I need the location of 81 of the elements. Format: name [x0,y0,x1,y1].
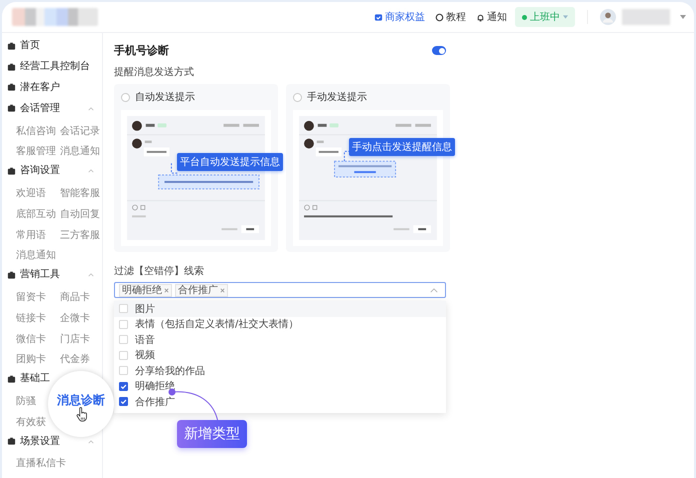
sidebar-subitem[interactable]: 常用语 [16,228,46,240]
chevron-icon[interactable] [88,273,94,278]
option-label[interactable]: 图片 [135,302,155,316]
chevron-icon[interactable] [88,106,94,111]
menu-item-zoomed[interactable]: 消息诊断 [57,392,105,408]
checkbox[interactable] [119,382,128,391]
sidebar-subitem[interactable]: 欢迎语 [16,186,46,198]
section-title: 手机号诊断 [114,43,169,58]
sidebar-subitem[interactable]: 团购卡 [16,352,46,364]
radio-button[interactable] [293,92,302,102]
sidebar-subitem[interactable]: 企微卡 [60,310,90,323]
radio-label[interactable]: 手动发送提示 [307,90,367,104]
caret-icon [563,15,568,19]
bell-icon [476,12,485,22]
sidebar-subitem[interactable]: 直播私信卡 [16,456,66,468]
radio-button[interactable] [121,92,130,102]
option-label[interactable]: 表情（包括自定义表情/社交大表情） [135,317,298,332]
briefcase-icon [7,437,16,446]
top-nav-link[interactable]: 教程 [433,10,468,24]
sidebar-subitem[interactable]: 消息通知 [16,248,56,260]
sidebar-subitem[interactable]: 门店卡 [60,332,90,344]
briefcase-icon [7,166,16,176]
selected-tag: 明确拒绝 [119,284,172,296]
sidebar-item[interactable]: 场景设置 [20,436,60,448]
chevron-up-icon[interactable] [430,288,438,292]
chevron-icon[interactable] [88,169,94,174]
status-dropdown[interactable]: 上班中 [515,7,575,27]
close-icon[interactable] [164,288,169,292]
top-nav-link[interactable]: 商家权益 [372,10,427,24]
option-label[interactable]: 分享给我的作品 [135,364,205,378]
field-label: 过滤【空错停】线索 [114,264,205,278]
logo-icon [12,8,98,26]
sidebar-item[interactable]: 首页 [20,40,40,52]
sidebar-subitem[interactable]: 代金券 [60,352,90,364]
field-label: 提醒消息发送方式 [114,66,195,79]
sidebar-subitem[interactable]: 会话记录 [60,124,100,136]
toggle-switch[interactable] [432,46,446,55]
radio-label[interactable]: 自动发送提示 [135,90,195,104]
briefcase-icon [7,42,16,51]
badge-check-icon [374,12,383,22]
tooltip-bubble: 手动点击发送提醒信息 [349,138,455,156]
briefcase-icon [7,62,16,72]
top-nav-link[interactable]: 通知 [474,10,509,24]
sidebar-item[interactable]: 会话管理 [20,102,60,115]
sidebar-subitem[interactable]: 消息通知 [60,144,100,156]
hand-cursor-icon [76,407,88,422]
briefcase-icon [7,83,16,92]
callout-badge: 新增类型 [177,420,247,448]
sidebar-item[interactable]: 潜在客户 [20,82,60,94]
multi-select-field[interactable]: 明确拒绝 合作推广 [114,282,446,298]
sidebar-subitem[interactable]: 智能客服 [60,186,100,198]
tooltip-bubble: 平台自动发送提示信息 [177,153,283,171]
briefcase-icon [7,374,16,384]
sidebar-subitem[interactable]: 三方客服 [60,228,100,240]
sidebar-subitem[interactable]: 私信咨询 [16,124,56,136]
close-icon[interactable] [220,288,225,292]
sidebar-item[interactable]: 基础工 [20,373,50,386]
sidebar-item[interactable]: 咨询设置 [20,165,60,178]
chevron-icon[interactable] [88,440,94,444]
sidebar-subitem[interactable]: 链接卡 [16,310,46,323]
sidebar-subitem[interactable]: 客服管理 [16,144,56,156]
option-label[interactable]: 合作推广 [135,394,175,409]
sidebar-subitem[interactable]: 自动回复 [60,206,100,219]
caret-icon[interactable] [680,15,686,19]
sidebar-subitem[interactable]: 底部互动 [16,206,56,219]
sidebar-subitem[interactable]: 微信卡 [16,332,46,344]
sidebar-subitem[interactable]: 留资卡 [16,290,46,302]
sidebar-subitem[interactable]: 防骚 [16,394,36,406]
sidebar-subitem[interactable]: 商品卡 [60,290,90,302]
sidebar-item[interactable]: 营销工具 [20,269,60,282]
sidebar-subitem[interactable]: 有效获 [16,414,46,427]
option-label[interactable]: 语音 [135,332,155,347]
option-label[interactable]: 视频 [135,348,155,362]
avatar-icon[interactable] [600,9,616,25]
briefcase-icon [7,270,16,280]
briefcase-icon [7,104,16,114]
selected-tag: 合作推广 [175,284,228,296]
checkbox[interactable] [119,397,128,406]
sidebar-item[interactable]: 经营工具控制台 [20,61,90,74]
circle-icon [435,12,444,22]
user-name-placeholder [622,9,670,25]
